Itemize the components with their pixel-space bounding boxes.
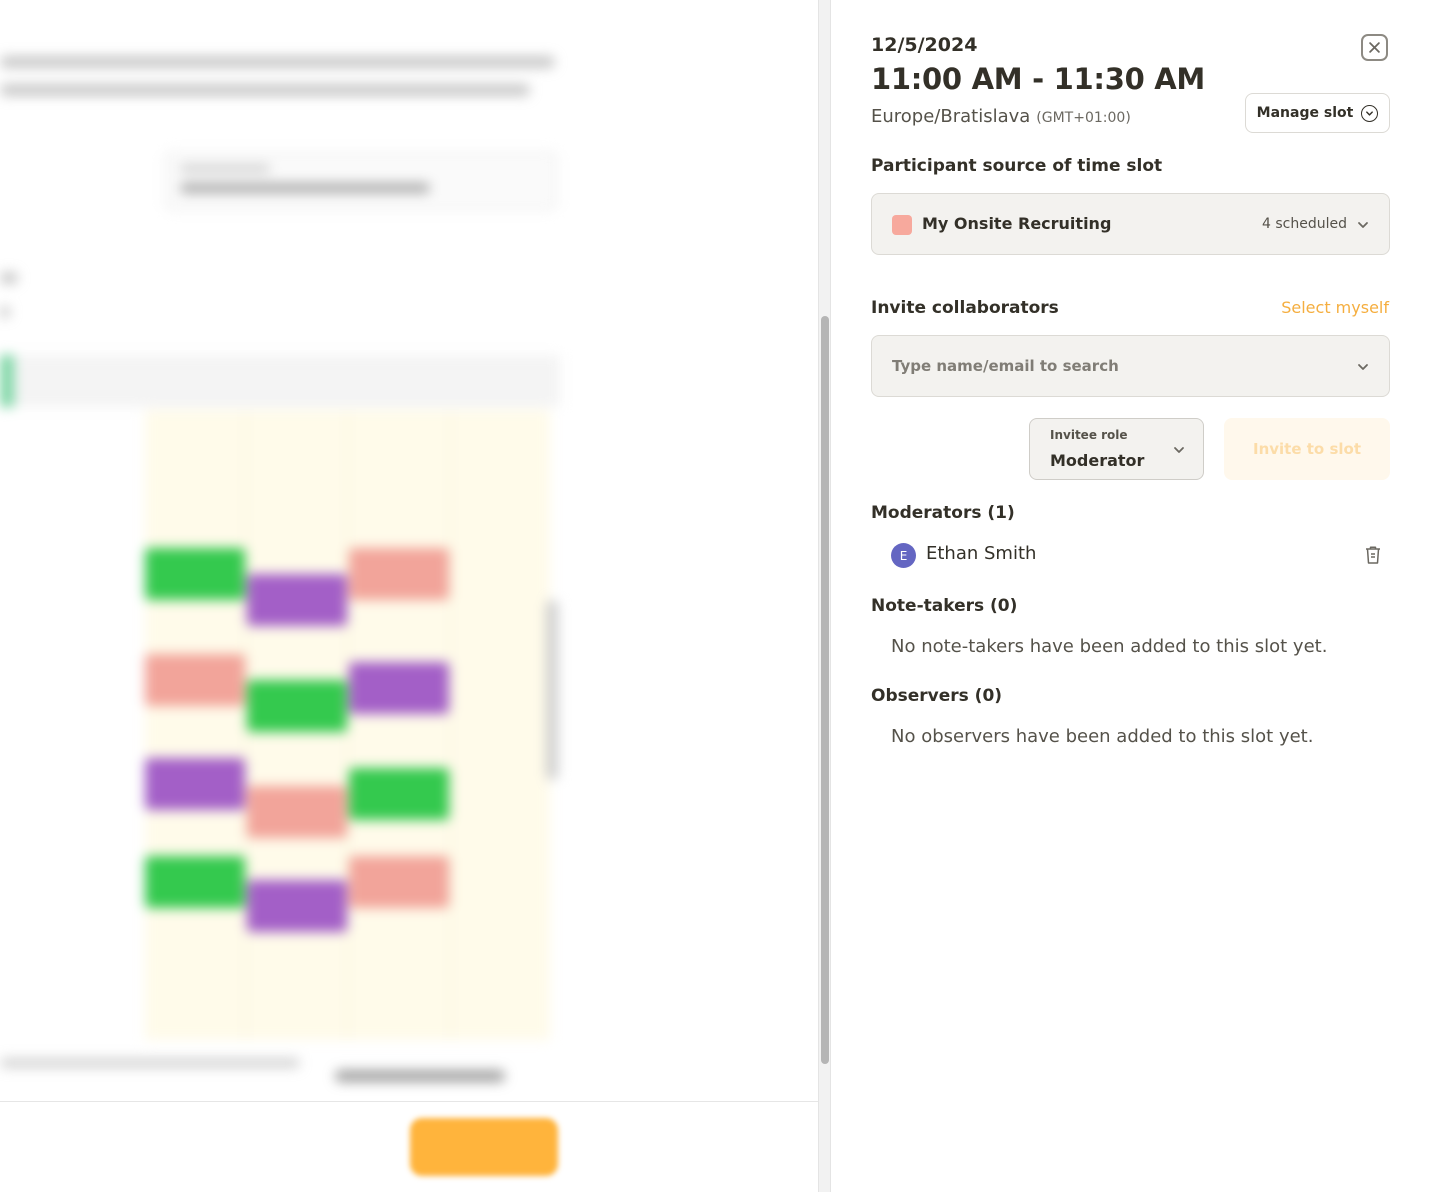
blurred-event [349, 856, 449, 908]
blurred-event [145, 548, 245, 600]
source-name: My Onsite Recruiting [922, 214, 1112, 233]
moderator-name: Ethan Smith [926, 543, 1037, 564]
blurred-text-line [0, 1058, 300, 1068]
blurred-event [145, 758, 245, 810]
invitee-role-value: Moderator [1050, 451, 1145, 470]
observers-empty-text: No observers have been added to this slo… [891, 726, 1314, 747]
blurred-calendar-header [0, 355, 560, 407]
blurred-primary-button [410, 1118, 558, 1176]
blurred-event [145, 856, 245, 908]
blurred-dropdown [165, 152, 557, 210]
slot-date: 12/5/2024 [871, 34, 978, 56]
close-icon [1369, 42, 1380, 53]
background-page [0, 0, 830, 1192]
blurred-calendar-view [0, 0, 830, 1102]
moderator-row: E Ethan Smith [891, 540, 1390, 570]
manage-slot-button[interactable]: Manage slot [1245, 93, 1390, 133]
avatar: E [891, 543, 916, 568]
source-color-swatch [892, 215, 912, 235]
collaborator-search-input[interactable] [872, 336, 1342, 396]
invite-to-slot-button[interactable]: Invite to slot [1224, 418, 1390, 480]
manage-slot-label: Manage slot [1256, 105, 1354, 121]
blurred-event [247, 880, 347, 932]
slot-time-range: 11:00 AM - 11:30 AM [871, 62, 1205, 96]
collaborator-search[interactable] [871, 335, 1390, 397]
blurred-event [349, 548, 449, 600]
blurred-event [349, 662, 449, 714]
blurred-event [247, 786, 347, 838]
note-takers-empty-text: No note-takers have been added to this s… [891, 636, 1328, 657]
timezone-offset: (GMT+01:00) [1036, 110, 1131, 126]
trash-icon[interactable] [1364, 545, 1382, 565]
blurred-event [145, 654, 245, 706]
participant-source-select[interactable]: My Onsite Recruiting 4 scheduled [871, 193, 1390, 255]
chevron-down-icon [1358, 222, 1368, 228]
blurred-event [247, 574, 347, 626]
chevron-down-icon[interactable] [1357, 361, 1369, 373]
blurred-link [335, 1070, 505, 1082]
slot-timezone: Europe/Bratislava (GMT+01:00) [871, 106, 1131, 127]
blurred-event [349, 768, 449, 820]
scrollbar-thumb[interactable] [821, 316, 829, 1064]
timezone-name: Europe/Bratislava [871, 106, 1031, 127]
invitee-role-select[interactable]: Invitee role Moderator [1029, 418, 1204, 480]
blurred-text-line [0, 306, 10, 318]
page-scrollbar[interactable] [818, 0, 830, 1192]
invitee-role-label: Invitee role [1050, 428, 1128, 442]
blurred-event [247, 680, 347, 732]
blurred-text-line [0, 272, 18, 284]
participant-source-heading: Participant source of time slot [871, 156, 1163, 176]
scheduled-count: 4 scheduled [1262, 216, 1347, 232]
note-takers-heading: Note-takers (0) [871, 596, 1018, 616]
invite-collaborators-heading: Invite collaborators [871, 298, 1059, 318]
footer-divider [0, 1101, 830, 1102]
chevron-down-icon [1174, 447, 1184, 453]
moderators-heading: Moderators (1) [871, 503, 1015, 523]
select-myself-link[interactable]: Select myself [1281, 298, 1389, 317]
observers-heading: Observers (0) [871, 686, 1003, 706]
blurred-text-line [0, 84, 530, 96]
slot-details-panel: 12/5/2024 11:00 AM - 11:30 AM Europe/Bra… [830, 0, 1430, 1192]
chevron-down-circle-icon [1361, 104, 1379, 122]
blurred-text-line [0, 56, 555, 68]
blurred-inner-scrollbar [546, 600, 558, 780]
close-button[interactable] [1361, 34, 1388, 61]
